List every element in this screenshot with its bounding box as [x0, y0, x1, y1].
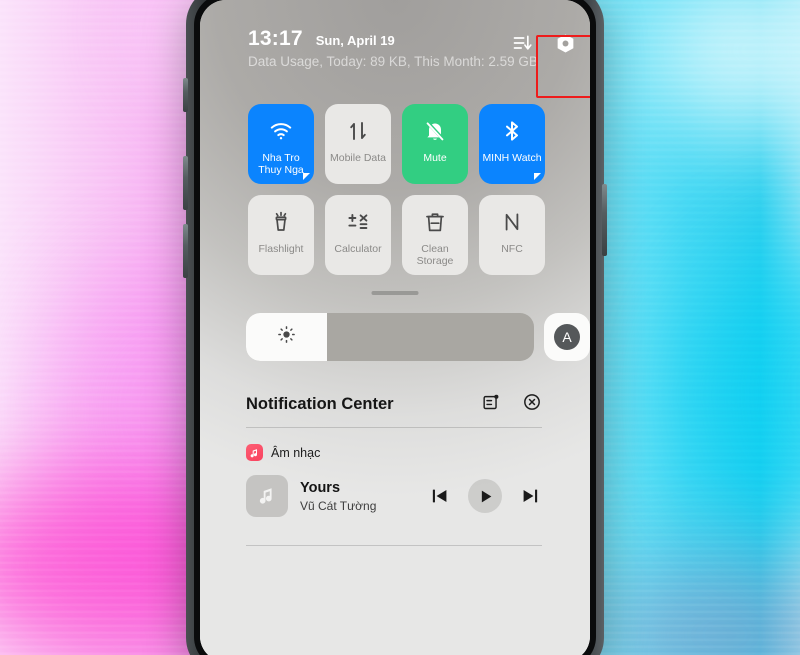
- tile-nfc[interactable]: NFC: [479, 195, 545, 275]
- tile-label: Flashlight: [258, 243, 304, 255]
- divider: [246, 545, 542, 546]
- nfc-icon: [500, 210, 524, 234]
- screenshot-root: 13:17 Sun, April 19 Data Usage, Today: 8…: [0, 0, 800, 655]
- notification-app-name: Âm nhạc: [271, 445, 321, 460]
- clear-all-icon[interactable]: [522, 392, 542, 417]
- calculator-icon: [346, 210, 370, 234]
- brightness-slider-fill: [246, 313, 327, 361]
- clock-date: Sun, April 19: [315, 33, 395, 48]
- bluetooth-icon: [500, 119, 524, 143]
- trash-icon: [423, 210, 447, 234]
- music-app-icon: [246, 444, 263, 461]
- play-icon[interactable]: [468, 479, 502, 513]
- brightness-sun-icon: [277, 325, 296, 349]
- tile-mute[interactable]: Mute: [402, 104, 468, 184]
- volume-down-button[interactable]: [183, 224, 188, 278]
- album-art: [246, 475, 288, 517]
- notification-center-header: Notification Center: [246, 392, 542, 417]
- phone-device-frame: 13:17 Sun, April 19 Data Usage, Today: 8…: [183, 0, 607, 655]
- tile-clean-storage[interactable]: Clean Storage: [402, 195, 468, 275]
- tile-badge-corner: [534, 173, 541, 180]
- mute-switch-button[interactable]: [183, 78, 188, 112]
- tile-mobile-data[interactable]: Mobile Data: [325, 104, 391, 184]
- auto-brightness-button[interactable]: A: [544, 313, 590, 361]
- clock-time: 13:17: [248, 27, 303, 50]
- edit-order-icon[interactable]: [512, 33, 532, 53]
- settings-gear-icon[interactable]: [552, 30, 578, 56]
- volume-up-button[interactable]: [183, 156, 188, 210]
- track-title: Yours: [300, 479, 341, 496]
- notification-app-row: Âm nhạc: [246, 444, 542, 461]
- tile-label: NFC: [501, 243, 523, 255]
- data-usage-text: Data Usage, Today: 89 KB, This Month: 2.…: [248, 54, 538, 69]
- tile-label: MINH Watch: [482, 152, 542, 164]
- panel-drag-handle[interactable]: [371, 291, 419, 295]
- media-controls: [428, 479, 542, 513]
- tile-calculator[interactable]: Calculator: [325, 195, 391, 275]
- notification-music[interactable]: Âm nhạc Yours Vũ Cát Tường: [246, 444, 542, 517]
- tile-label: Mobile Data: [329, 152, 387, 164]
- tile-label: Calculator: [334, 243, 382, 255]
- wifi-icon: [269, 119, 293, 143]
- flashlight-icon: [269, 210, 293, 234]
- manage-notifications-icon[interactable]: [481, 393, 500, 417]
- notification-center-title: Notification Center: [246, 395, 394, 413]
- tile-badge-corner: [303, 173, 310, 180]
- header-actions: [512, 30, 578, 56]
- power-button[interactable]: [602, 184, 607, 256]
- divider: [246, 427, 542, 428]
- notification-center-actions: [481, 392, 542, 417]
- tile-wifi[interactable]: Nha Tro Thuy Nga: [248, 104, 314, 184]
- auto-brightness-icon: A: [554, 324, 580, 350]
- control-center-panel: 13:17 Sun, April 19 Data Usage, Today: 8…: [200, 0, 590, 655]
- tile-bluetooth[interactable]: MINH Watch: [479, 104, 545, 184]
- track-artist: Vũ Cát Tường: [300, 498, 377, 513]
- mobile-data-icon: [346, 119, 370, 143]
- tile-flashlight[interactable]: Flashlight: [248, 195, 314, 275]
- brightness-row: A: [246, 313, 590, 361]
- notification-media-body: Yours Vũ Cát Tường: [246, 475, 542, 517]
- skip-next-icon[interactable]: [518, 484, 542, 508]
- brightness-slider[interactable]: [246, 313, 534, 361]
- tile-label: Mute: [423, 152, 447, 164]
- skip-previous-icon[interactable]: [428, 484, 452, 508]
- status-header: 13:17 Sun, April 19: [248, 28, 395, 49]
- phone-screen: 13:17 Sun, April 19 Data Usage, Today: 8…: [200, 0, 590, 655]
- tile-label: Clean Storage: [416, 243, 454, 267]
- quick-settings-grid: Nha Tro Thuy Nga Mobile Data Mute MINH W…: [248, 104, 545, 275]
- track-meta: Yours Vũ Cát Tường: [300, 480, 376, 513]
- bell-mute-icon: [423, 119, 447, 143]
